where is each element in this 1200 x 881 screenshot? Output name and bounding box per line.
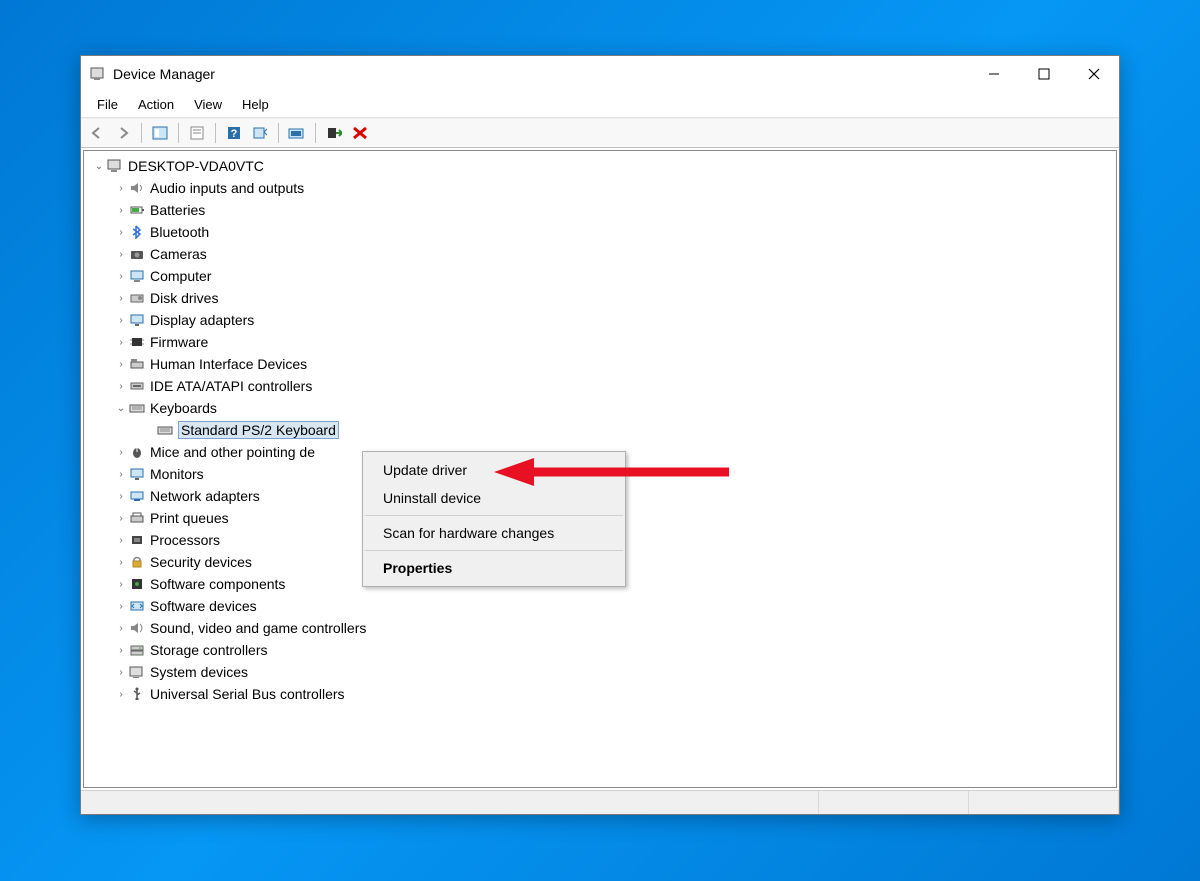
help-button[interactable]: ? [222, 121, 246, 145]
tree-item-system[interactable]: ›System devices [86, 661, 1114, 683]
chevron-right-icon[interactable]: › [114, 689, 128, 700]
computer-icon [106, 158, 124, 174]
update-driver-button[interactable] [285, 121, 309, 145]
tree-item-bluetooth[interactable]: ›Bluetooth [86, 221, 1114, 243]
chevron-right-icon[interactable]: › [114, 227, 128, 238]
chevron-right-icon[interactable]: › [114, 205, 128, 216]
chevron-right-icon[interactable]: › [114, 249, 128, 260]
tree-item-computer[interactable]: ›Computer [86, 265, 1114, 287]
chevron-right-icon[interactable]: › [114, 469, 128, 480]
component-icon [128, 576, 146, 592]
speaker-icon [128, 180, 146, 196]
tree-item-cameras[interactable]: ›Cameras [86, 243, 1114, 265]
chevron-right-icon[interactable]: › [114, 513, 128, 524]
keyboard-icon [128, 400, 146, 416]
toolbar: ? [81, 118, 1119, 148]
show-hide-console-button[interactable] [148, 121, 172, 145]
minimize-button[interactable] [969, 58, 1019, 90]
chevron-right-icon[interactable]: › [114, 557, 128, 568]
tree-item-keyboards[interactable]: ⌄Keyboards [86, 397, 1114, 419]
maximize-button[interactable] [1019, 58, 1069, 90]
tree-item-storage[interactable]: ›Storage controllers [86, 639, 1114, 661]
menu-view[interactable]: View [186, 95, 230, 114]
scan-button[interactable] [248, 121, 272, 145]
display-icon [128, 312, 146, 328]
device-manager-window: Device Manager File Action View Help ? ⌄ [80, 55, 1120, 815]
sound-icon [128, 620, 146, 636]
chip-icon [128, 334, 146, 350]
software-icon [128, 598, 146, 614]
menu-action[interactable]: Action [130, 95, 182, 114]
chevron-right-icon[interactable]: › [114, 645, 128, 656]
forward-button[interactable] [111, 121, 135, 145]
network-icon [128, 488, 146, 504]
monitor-icon [128, 466, 146, 482]
tree-item-software-devices[interactable]: ›Software devices [86, 595, 1114, 617]
chevron-right-icon[interactable]: › [114, 491, 128, 502]
chevron-down-icon[interactable]: ⌄ [114, 403, 128, 414]
battery-icon [128, 202, 146, 218]
chevron-right-icon[interactable]: › [114, 667, 128, 678]
chevron-right-icon[interactable]: › [114, 579, 128, 590]
tree-item-keyboard-ps2[interactable]: Standard PS/2 Keyboard [86, 419, 1114, 441]
tree-item-hid[interactable]: ›Human Interface Devices [86, 353, 1114, 375]
disk-icon [128, 290, 146, 306]
svg-text:?: ? [231, 128, 238, 140]
uninstall-device-button[interactable] [348, 121, 372, 145]
bluetooth-icon [128, 224, 146, 240]
context-menu: Update driver Uninstall device Scan for … [362, 451, 626, 587]
keyboard-icon [156, 422, 174, 438]
tree-item-display-adapters[interactable]: ›Display adapters [86, 309, 1114, 331]
tree-item-batteries[interactable]: ›Batteries [86, 199, 1114, 221]
tree-item-firmware[interactable]: ›Firmware [86, 331, 1114, 353]
properties-button[interactable] [185, 121, 209, 145]
menu-properties[interactable]: Properties [363, 554, 625, 582]
menu-update-driver[interactable]: Update driver [363, 456, 625, 484]
titlebar[interactable]: Device Manager [81, 56, 1119, 92]
tree-root[interactable]: ⌄ DESKTOP-VDA0VTC [86, 155, 1114, 177]
printer-icon [128, 510, 146, 526]
chevron-right-icon[interactable]: › [114, 293, 128, 304]
menu-uninstall-device[interactable]: Uninstall device [363, 484, 625, 512]
enable-device-button[interactable] [322, 121, 346, 145]
close-button[interactable] [1069, 58, 1119, 90]
menu-separator [365, 550, 623, 551]
tree-item-ide[interactable]: ›IDE ATA/ATAPI controllers [86, 375, 1114, 397]
ide-icon [128, 378, 146, 394]
tree-item-disk-drives[interactable]: ›Disk drives [86, 287, 1114, 309]
menu-help[interactable]: Help [234, 95, 277, 114]
cpu-icon [128, 532, 146, 548]
camera-icon [128, 246, 146, 262]
chevron-right-icon[interactable]: › [114, 315, 128, 326]
statusbar [81, 790, 1119, 814]
menu-separator [365, 515, 623, 516]
menu-scan-hardware[interactable]: Scan for hardware changes [363, 519, 625, 547]
chevron-right-icon[interactable]: › [114, 535, 128, 546]
menu-file[interactable]: File [89, 95, 126, 114]
pc-icon [128, 268, 146, 284]
chevron-right-icon[interactable]: › [114, 271, 128, 282]
chevron-right-icon[interactable]: › [114, 601, 128, 612]
chevron-right-icon[interactable]: › [114, 337, 128, 348]
back-button[interactable] [85, 121, 109, 145]
chevron-right-icon[interactable]: › [114, 447, 128, 458]
menubar: File Action View Help [81, 92, 1119, 118]
window-title: Device Manager [113, 66, 215, 82]
hid-icon [128, 356, 146, 372]
chevron-right-icon[interactable]: › [114, 381, 128, 392]
mouse-icon [128, 444, 146, 460]
tree-item-audio[interactable]: ›Audio inputs and outputs [86, 177, 1114, 199]
storage-icon [128, 642, 146, 658]
chevron-right-icon[interactable]: › [114, 623, 128, 634]
lock-icon [128, 554, 146, 570]
app-icon [89, 66, 105, 82]
chevron-down-icon[interactable]: ⌄ [92, 161, 106, 172]
usb-icon [128, 686, 146, 702]
chevron-right-icon[interactable]: › [114, 183, 128, 194]
chevron-right-icon[interactable]: › [114, 359, 128, 370]
tree-item-usb[interactable]: ›Universal Serial Bus controllers [86, 683, 1114, 705]
tree-item-sound[interactable]: ›Sound, video and game controllers [86, 617, 1114, 639]
system-icon [128, 664, 146, 680]
